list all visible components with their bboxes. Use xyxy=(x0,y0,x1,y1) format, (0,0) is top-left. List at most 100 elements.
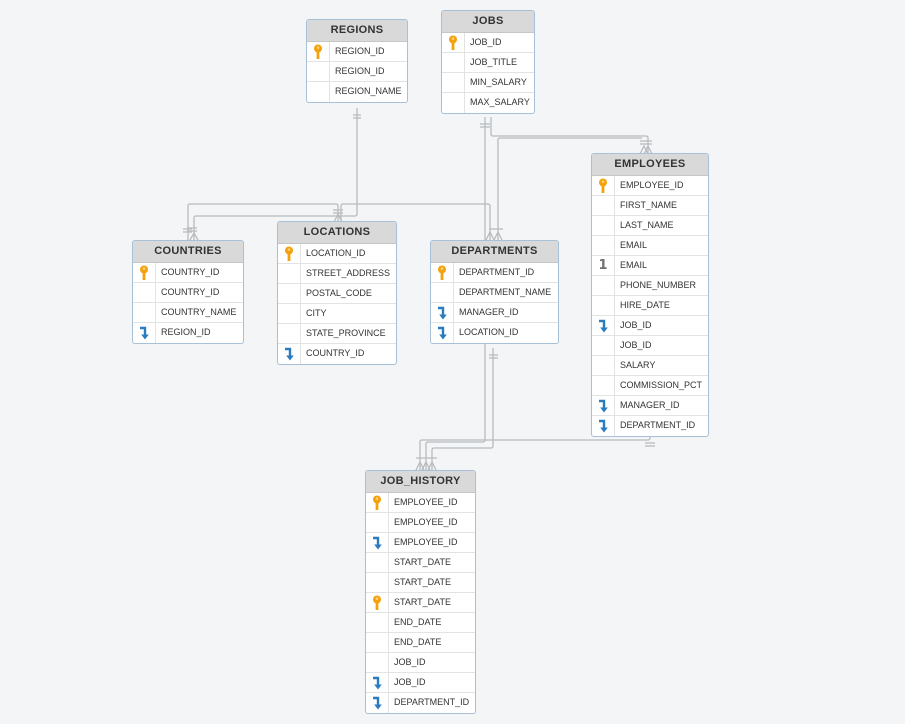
column-row[interactable]: LAST_NAME xyxy=(592,216,708,236)
column-name: JOB_ID xyxy=(620,340,652,350)
primary-key-icon xyxy=(133,263,156,282)
column-row[interactable]: EMPLOYEE_ID xyxy=(366,493,475,513)
empty-icon-cell xyxy=(366,513,389,532)
column-row[interactable]: COUNTRY_ID xyxy=(133,283,243,303)
column-row[interactable]: EMPLOYEE_ID xyxy=(592,176,708,196)
column-row[interactable]: DEPARTMENT_ID xyxy=(366,693,475,713)
empty-icon-cell xyxy=(592,296,615,315)
column-name: COUNTRY_ID xyxy=(161,287,220,297)
column-row[interactable]: LOCATION_ID xyxy=(431,323,558,343)
column-row[interactable]: MIN_SALARY xyxy=(442,73,534,93)
column-row[interactable]: DEPARTMENT_ID xyxy=(431,263,558,283)
empty-icon-cell xyxy=(431,283,454,302)
column-row[interactable]: COUNTRY_NAME xyxy=(133,303,243,323)
column-row[interactable]: REGION_ID xyxy=(307,42,407,62)
column-row[interactable]: SALARY xyxy=(592,356,708,376)
column-row[interactable]: COUNTRY_ID xyxy=(278,344,396,364)
column-row[interactable]: JOB_ID xyxy=(366,653,475,673)
column-row[interactable]: POSTAL_CODE xyxy=(278,284,396,304)
column-name: REGION_ID xyxy=(335,66,385,76)
primary-key-icon xyxy=(307,42,330,61)
column-name: MANAGER_ID xyxy=(459,307,519,317)
column-row[interactable]: HIRE_DATE xyxy=(592,296,708,316)
column-row[interactable]: JOB_ID xyxy=(592,316,708,336)
column-row[interactable]: STATE_PROVINCE xyxy=(278,324,396,344)
column-name: EMAIL xyxy=(620,240,648,250)
column-name: COUNTRY_ID xyxy=(306,348,365,358)
column-name: COMMISSION_PCT xyxy=(620,380,703,390)
table-locations[interactable]: LOCATIONS LOCATION_ID STREET_ADDRESS POSTAL… xyxy=(277,221,397,365)
foreign-key-icon xyxy=(366,533,389,552)
table-job-history[interactable]: JOB_HISTORY EMPLOYEE_ID EMPLOYEE_ID EMPLOYE… xyxy=(365,470,476,714)
empty-icon-cell xyxy=(366,653,389,672)
foreign-key-icon xyxy=(431,323,454,343)
column-row[interactable]: JOB_ID xyxy=(442,33,534,53)
table-countries[interactable]: COUNTRIES COUNTRY_ID COUNTRY_ID COUNTRY_NAM… xyxy=(132,240,244,344)
primary-key-icon xyxy=(442,33,465,52)
column-name: START_DATE xyxy=(394,557,452,567)
foreign-key-icon xyxy=(592,396,615,415)
column-row[interactable]: END_DATE xyxy=(366,613,475,633)
column-row[interactable]: 1 EMAIL xyxy=(592,256,708,276)
column-row[interactable]: START_DATE xyxy=(366,593,475,613)
column-name: EMPLOYEE_ID xyxy=(620,180,684,190)
column-name: LAST_NAME xyxy=(620,220,674,230)
empty-icon-cell xyxy=(366,573,389,592)
column-row[interactable]: DEPARTMENT_ID xyxy=(592,416,708,436)
column-row[interactable]: CITY xyxy=(278,304,396,324)
column-name: DEPARTMENT_ID xyxy=(459,267,535,277)
empty-icon-cell xyxy=(133,283,156,302)
column-row[interactable]: FIRST_NAME xyxy=(592,196,708,216)
empty-icon-cell xyxy=(307,82,330,102)
column-name: EMPLOYEE_ID xyxy=(394,517,458,527)
column-row[interactable]: MANAGER_ID xyxy=(592,396,708,416)
column-row[interactable]: DEPARTMENT_NAME xyxy=(431,283,558,303)
column-row[interactable]: EMAIL xyxy=(592,236,708,256)
column-row[interactable]: EMPLOYEE_ID xyxy=(366,513,475,533)
column-name: EMAIL xyxy=(620,260,648,270)
column-row[interactable]: MAX_SALARY xyxy=(442,93,534,113)
foreign-key-icon xyxy=(366,673,389,692)
column-row[interactable]: REGION_ID xyxy=(133,323,243,343)
empty-icon-cell xyxy=(278,324,301,343)
column-row[interactable]: STREET_ADDRESS xyxy=(278,264,396,284)
column-row[interactable]: COUNTRY_ID xyxy=(133,263,243,283)
table-header: REGIONS xyxy=(307,20,407,42)
empty-icon-cell xyxy=(592,236,615,255)
column-name: STREET_ADDRESS xyxy=(306,268,391,278)
column-name: LOCATION_ID xyxy=(459,327,519,337)
empty-icon-cell xyxy=(133,303,156,322)
column-row[interactable]: JOB_ID xyxy=(592,336,708,356)
column-row[interactable]: START_DATE xyxy=(366,553,475,573)
column-name: FIRST_NAME xyxy=(620,200,678,210)
column-name: MAX_SALARY xyxy=(470,97,530,107)
column-row[interactable]: LOCATION_ID xyxy=(278,244,396,264)
column-row[interactable]: JOB_TITLE xyxy=(442,53,534,73)
table-header: DEPARTMENTS xyxy=(431,241,558,263)
column-row[interactable]: COMMISSION_PCT xyxy=(592,376,708,396)
column-row[interactable]: PHONE_NUMBER xyxy=(592,276,708,296)
empty-icon-cell xyxy=(278,284,301,303)
column-row[interactable]: START_DATE xyxy=(366,573,475,593)
table-departments[interactable]: DEPARTMENTS DEPARTMENT_ID DEPARTMENT_NAME M… xyxy=(430,240,559,344)
column-name: START_DATE xyxy=(394,597,452,607)
column-row[interactable]: JOB_ID xyxy=(366,673,475,693)
empty-icon-cell xyxy=(366,553,389,572)
column-row[interactable]: EMPLOYEE_ID xyxy=(366,533,475,553)
column-row[interactable]: REGION_ID xyxy=(307,62,407,82)
foreign-key-icon xyxy=(431,303,454,322)
connector-employees-job-history xyxy=(419,434,651,470)
primary-key-icon xyxy=(431,263,454,282)
table-header: COUNTRIES xyxy=(133,241,243,263)
table-jobs[interactable]: JOBS JOB_ID JOB_TITLE MIN_SALARY MAX_SALARY xyxy=(441,10,535,114)
column-row[interactable]: REGION_NAME xyxy=(307,82,407,102)
column-row[interactable]: END_DATE xyxy=(366,633,475,653)
column-row[interactable]: MANAGER_ID xyxy=(431,303,558,323)
empty-icon-cell xyxy=(592,376,615,395)
table-employees[interactable]: EMPLOYEES EMPLOYEE_ID FIRST_NAME LAST_NAME E… xyxy=(591,153,709,437)
column-name: DEPARTMENT_NAME xyxy=(459,287,552,297)
table-header: JOBS xyxy=(442,11,534,33)
empty-icon-cell xyxy=(442,73,465,92)
column-name: EMPLOYEE_ID xyxy=(394,537,458,547)
table-regions[interactable]: REGIONS REGION_ID REGION_ID REGION_NAME xyxy=(306,19,408,103)
